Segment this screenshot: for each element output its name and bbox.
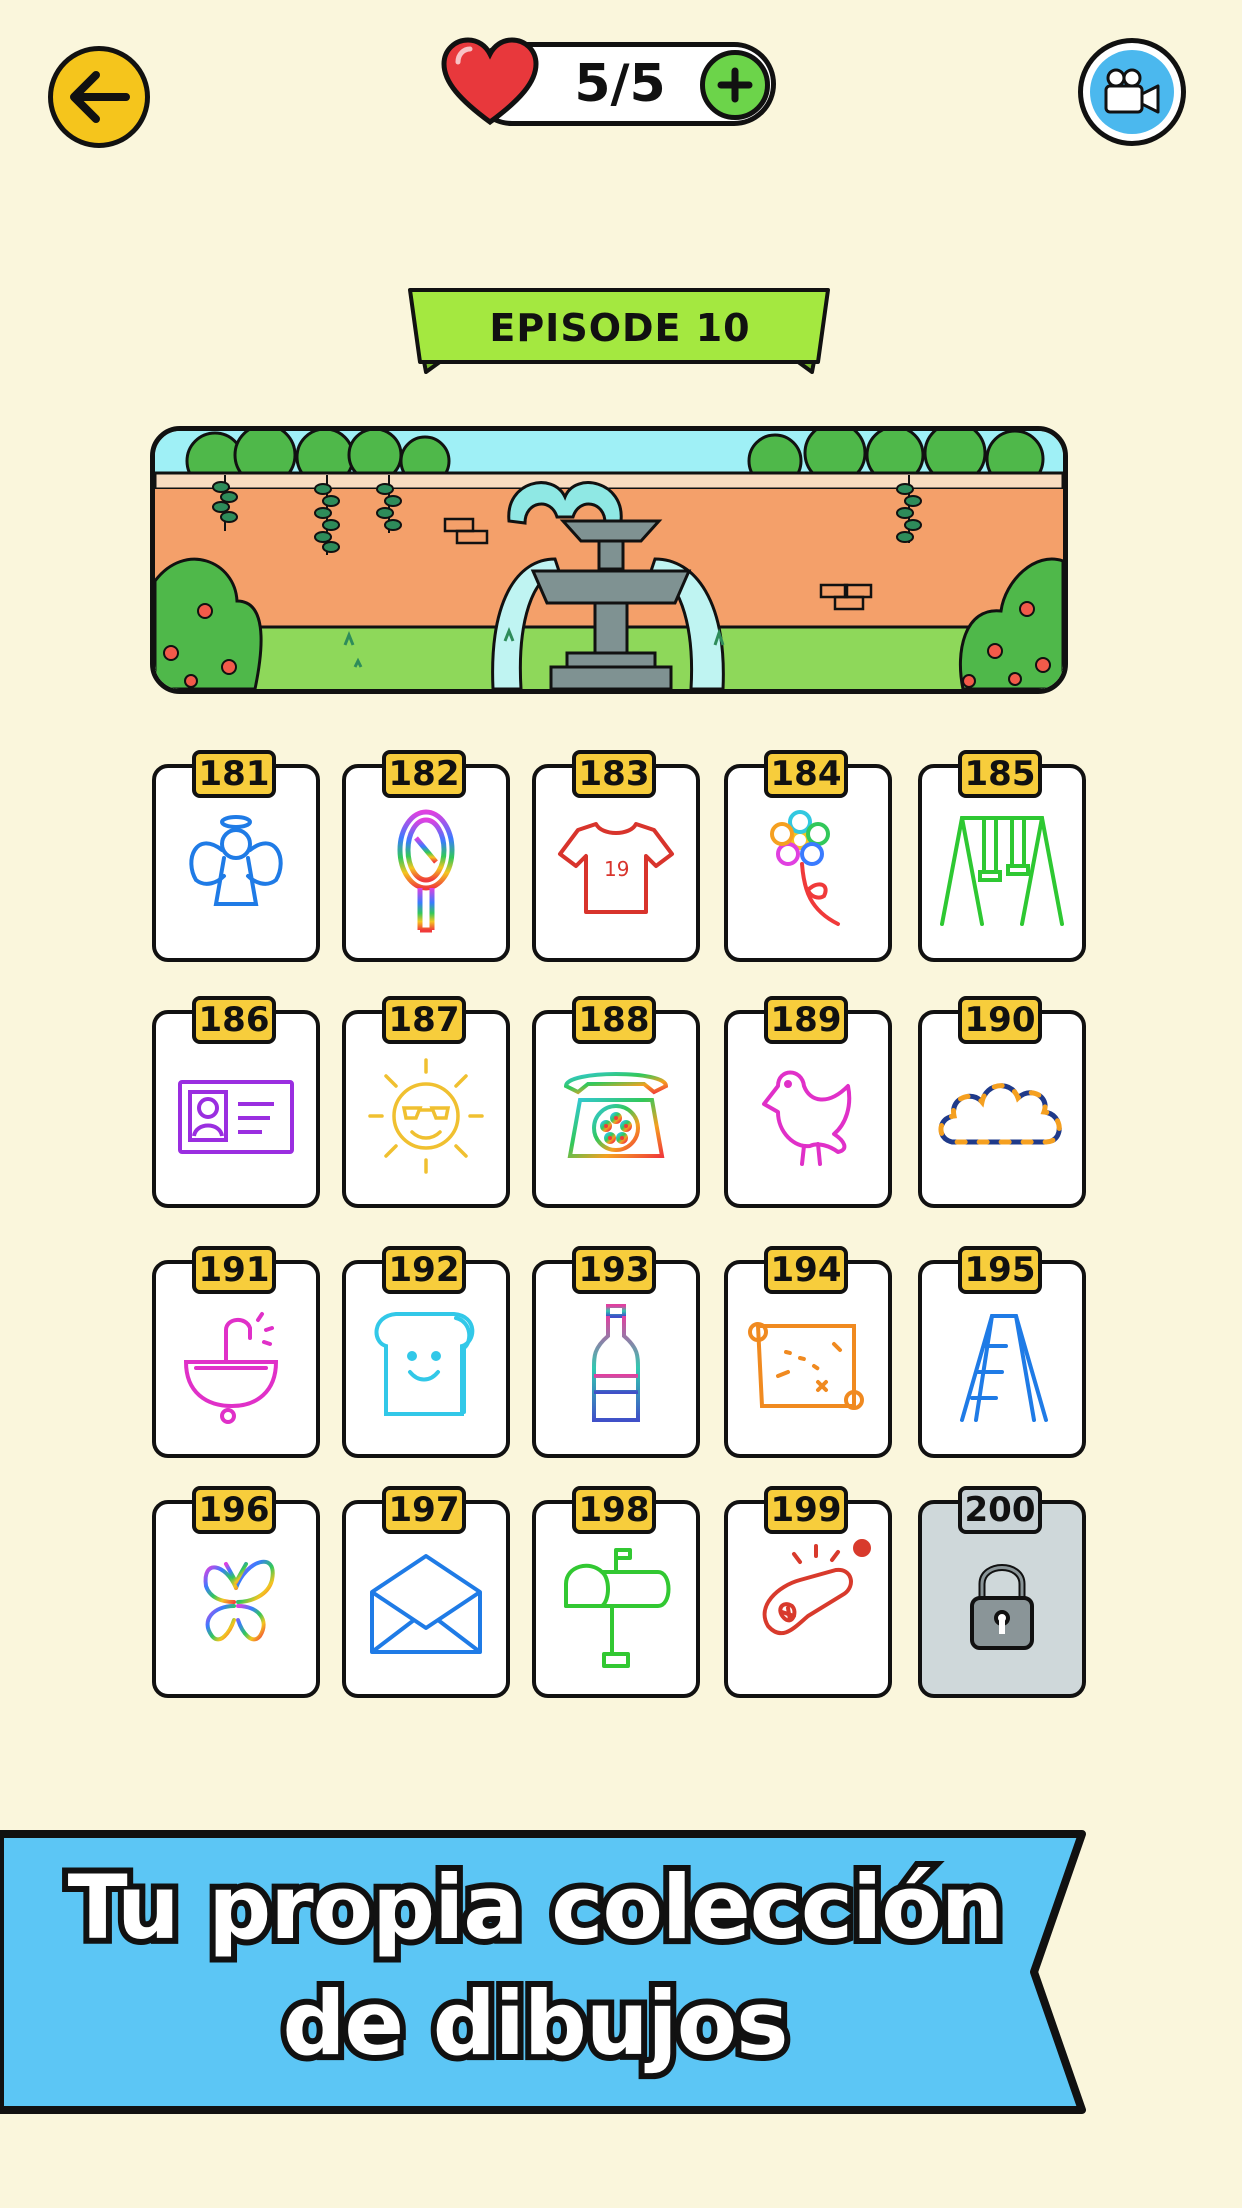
treasure-map-drawing xyxy=(748,1322,864,1410)
rotary-telephone-drawing xyxy=(563,1072,669,1158)
level-number-tag: 183 xyxy=(572,750,656,798)
t-shirt-drawing: 19 xyxy=(558,822,674,914)
video-button-face xyxy=(1090,50,1174,134)
arrow-left-icon xyxy=(70,71,130,123)
level-number-tag: 182 xyxy=(382,750,466,798)
cloud-drawing xyxy=(938,1083,1062,1145)
back-button[interactable] xyxy=(48,46,150,148)
id-card-drawing xyxy=(178,1080,294,1154)
level-number-tag: 194 xyxy=(764,1246,848,1294)
level-number-tag: 186 xyxy=(192,996,276,1044)
angel-drawing xyxy=(189,815,283,906)
lives-count: 5/5 xyxy=(574,54,666,114)
level-number-tag: 190 xyxy=(958,996,1042,1044)
flower-drawing xyxy=(770,810,840,926)
step-ladder-drawing xyxy=(960,1314,1048,1422)
plus-icon xyxy=(717,67,753,103)
hand-mirror-drawing xyxy=(397,809,455,933)
level-number-tag: 185 xyxy=(958,750,1042,798)
sausage-drawing xyxy=(762,1539,871,1636)
envelope-drawing xyxy=(370,1554,482,1654)
level-number-tag: 191 xyxy=(192,1246,276,1294)
garden-fountain-illustration xyxy=(155,431,1063,689)
level-number-tag: 198 xyxy=(572,1486,656,1534)
svg-text:19: 19 xyxy=(604,857,629,881)
level-number-tag: 200 xyxy=(958,1486,1042,1534)
level-number-tag: 193 xyxy=(572,1246,656,1294)
level-number-tag: 199 xyxy=(764,1486,848,1534)
level-number-tag: 197 xyxy=(382,1486,466,1534)
bottle-drawing xyxy=(592,1304,640,1422)
add-lives-button[interactable] xyxy=(700,50,770,120)
mailbox-drawing xyxy=(564,1548,671,1668)
bird-drawing xyxy=(762,1070,852,1166)
level-number-tag: 188 xyxy=(572,996,656,1044)
heart-icon xyxy=(441,37,539,126)
lock-icon xyxy=(970,1564,1034,1650)
promo-line-1: Tu propia colección xyxy=(62,1850,1010,1965)
level-number-tag: 196 xyxy=(192,1486,276,1534)
episode-scene xyxy=(150,426,1068,694)
swing-set-drawing xyxy=(940,816,1064,926)
sink-drawing xyxy=(183,1312,279,1424)
level-number-tag: 192 xyxy=(382,1246,466,1294)
video-camera-icon xyxy=(1104,68,1160,114)
level-number-tag: 187 xyxy=(382,996,466,1044)
bread-slice-drawing xyxy=(374,1312,475,1416)
level-number-tag: 184 xyxy=(764,750,848,798)
video-button[interactable] xyxy=(1078,38,1186,146)
level-number-tag: 195 xyxy=(958,1246,1042,1294)
level-number-tag: 189 xyxy=(764,996,848,1044)
butterfly-drawing xyxy=(203,1559,275,1650)
episode-title: EPISODE 10 xyxy=(489,306,751,350)
promo-line-2: de dibujos xyxy=(276,1966,794,2081)
level-number-tag: 181 xyxy=(192,750,276,798)
sun-with-sunglasses-drawing xyxy=(368,1058,484,1174)
